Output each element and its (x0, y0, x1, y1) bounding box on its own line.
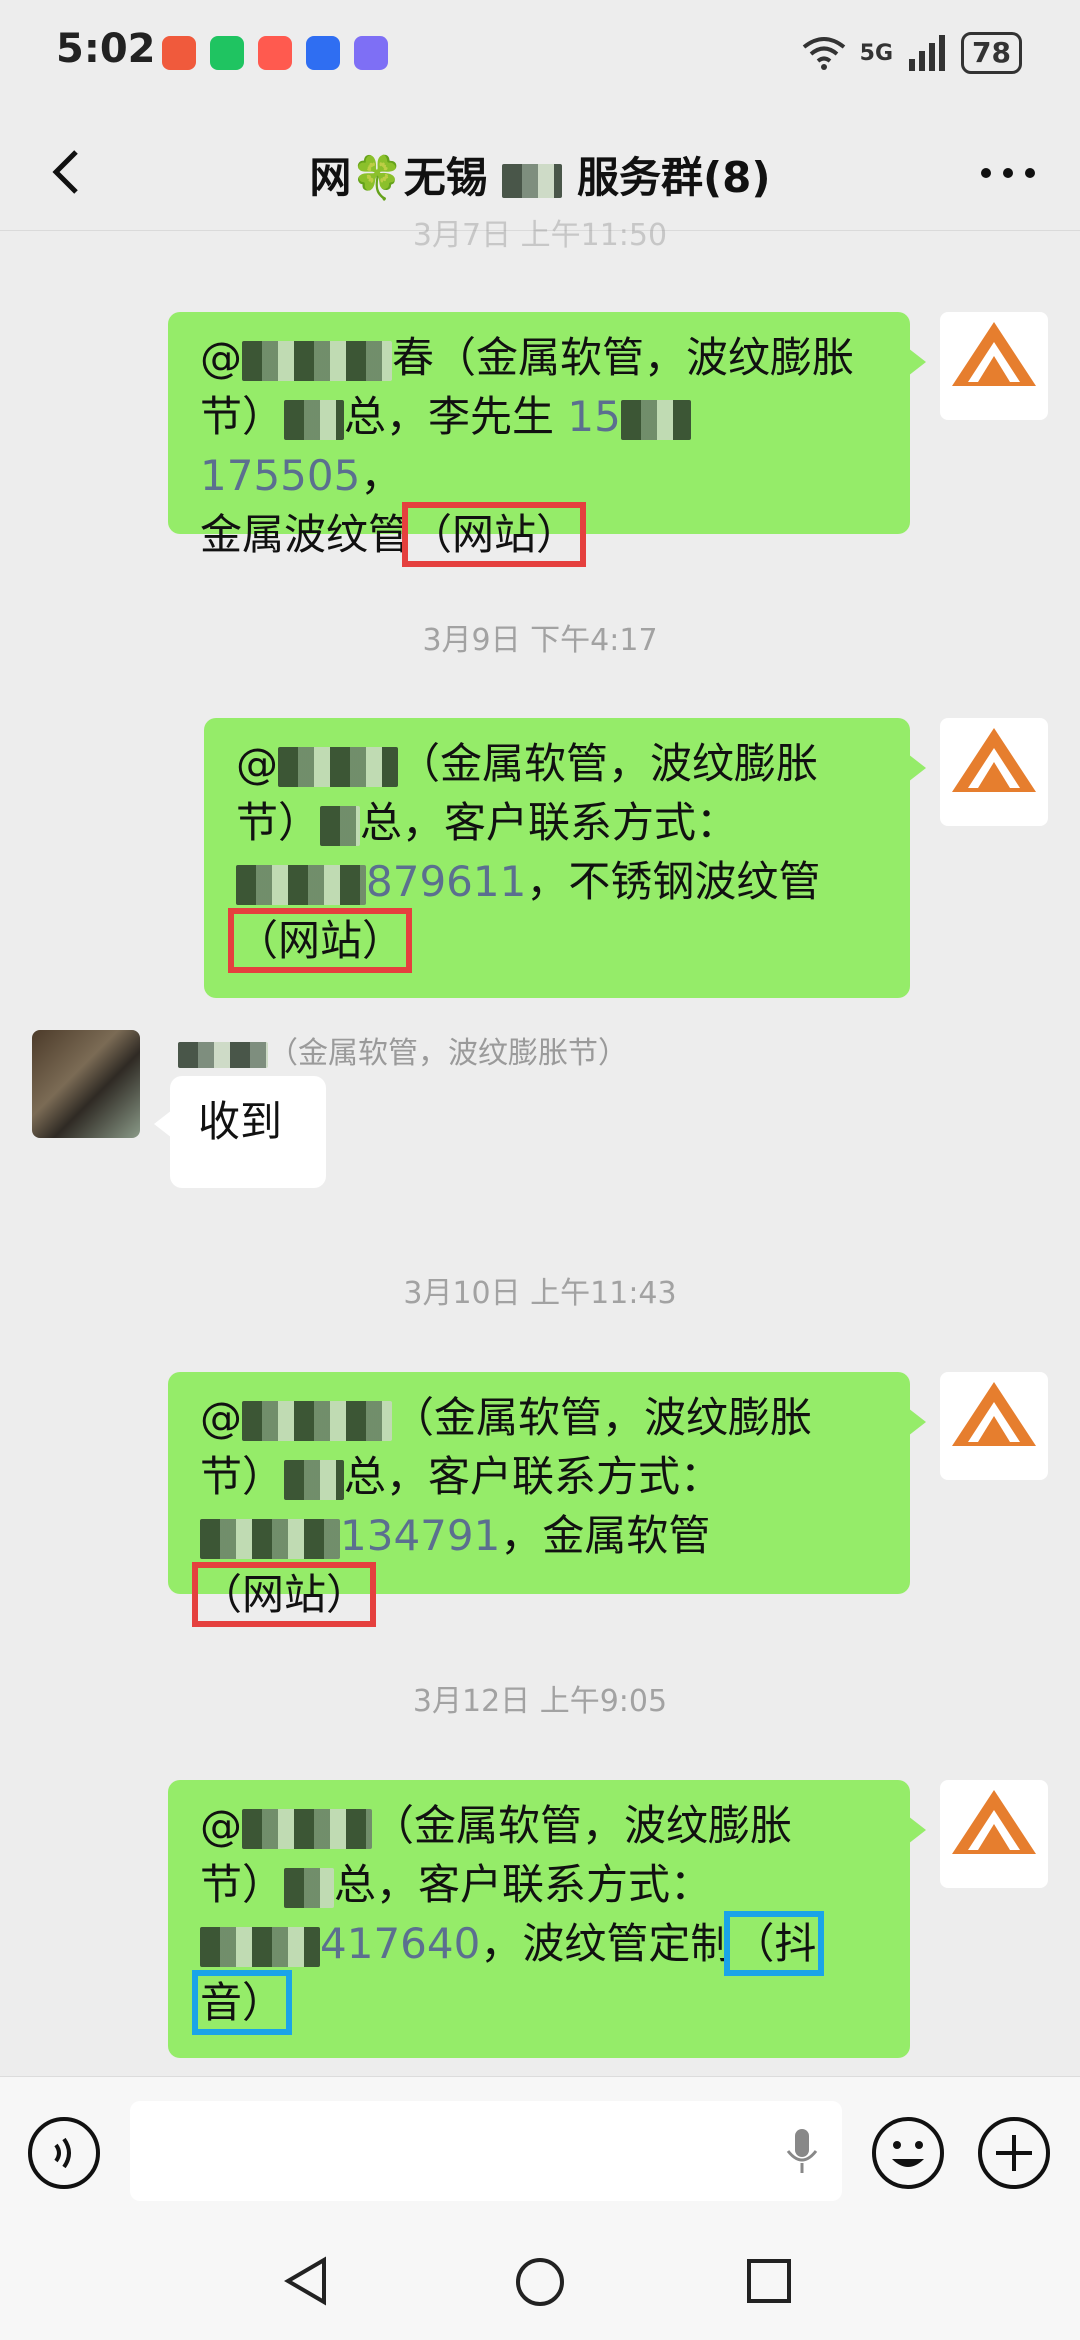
notification-icons (162, 36, 388, 70)
source-tag-douyin: （抖 (724, 1911, 825, 1976)
avatar-logo-icon (952, 1790, 1036, 1854)
wechat-icon (210, 36, 244, 70)
nav-home-icon[interactable] (514, 2256, 566, 2308)
message-text: （金属软管，波纹膨胀 (392, 1393, 813, 1442)
signal-icon (909, 35, 946, 71)
more-icon[interactable] (976, 148, 1040, 198)
redacted-block (242, 340, 392, 381)
message-text: 总，客户联系方式： (344, 1452, 723, 1501)
battery-indicator: 78 (961, 32, 1022, 74)
redacted-block (620, 399, 691, 440)
music-icon (354, 36, 388, 70)
timestamp: 3月9日 下午4:17 (422, 623, 658, 658)
message-text: ， (360, 451, 403, 500)
back-arrow-icon[interactable] (40, 144, 96, 200)
message-text: 节） (236, 798, 321, 847)
sender-name: （金属软管，波纹膨胀节） (178, 1028, 628, 1072)
source-tag-website: （网站） (191, 1562, 377, 1627)
message-text: ，不锈钢波纹管 (526, 857, 821, 906)
source-tag-website: （网站） (402, 502, 587, 567)
chat-title: 网🍀无锡 服务群(8) (150, 144, 930, 205)
voice-toggle-icon[interactable] (26, 2115, 102, 2191)
bulb-icon (306, 36, 340, 70)
company-avatar[interactable] (940, 1372, 1048, 1480)
nav-recents-icon[interactable] (746, 2258, 792, 2304)
redacted-block (200, 1926, 320, 1967)
system-nav-bar (0, 2216, 1080, 2340)
status-right: 5G 78 (802, 32, 1022, 74)
redacted-block (284, 399, 345, 440)
message-text: 金属波纹管 (200, 510, 411, 559)
timestamp: 3月12日 上午9:05 (412, 1684, 668, 1719)
message-text: 节） (200, 1452, 285, 1501)
redacted-block (178, 1041, 268, 1068)
company-avatar[interactable] (940, 718, 1048, 826)
status-bar: 5:02 5G 78 (0, 0, 1080, 110)
microphone-icon[interactable] (784, 2127, 820, 2177)
input-bar (0, 2076, 1080, 2217)
source-tag-website: （网站） (227, 908, 413, 973)
timestamp: 3月10日 上午11:43 (403, 1276, 677, 1311)
avatar-logo-icon (952, 728, 1036, 792)
missed-call-icon (162, 36, 196, 70)
phone-number[interactable]: 417640 (320, 1919, 480, 1968)
message-text: @ (200, 1801, 242, 1850)
emoji-icon[interactable] (870, 2115, 946, 2191)
user-avatar[interactable] (32, 1030, 140, 1138)
message-text: （金属软管，波纹膨胀 (372, 1801, 793, 1850)
message-text: @ (200, 1393, 242, 1442)
message-bubble[interactable]: @ （金属软管，波纹膨胀 节） 总，客户联系方式： 417640，波纹管定制（抖 音… (168, 1780, 926, 2058)
message-text: ，金属软管 (500, 1511, 711, 1560)
message-text: 总，客户联系方式： (334, 1860, 713, 1909)
message-text: 节） (200, 1860, 285, 1909)
redacted-block (284, 1867, 335, 1908)
sender-name-text: （金属软管，波纹膨胀节） (268, 1036, 628, 1071)
company-avatar[interactable] (940, 1780, 1048, 1888)
message-bubble-incoming[interactable]: 收到 (154, 1076, 326, 1188)
message-text: @ (200, 333, 242, 382)
phone-number[interactable]: 134791 (340, 1511, 500, 1560)
nav-back-icon[interactable] (282, 2256, 332, 2306)
message-input[interactable] (130, 2101, 842, 2201)
wifi-icon (802, 37, 845, 70)
phone-number[interactable]: 175505 (200, 451, 360, 500)
message-bubble[interactable]: @ 春（金属软管，波纹膨胀 节） 总，李先生 15 175505， 金属波纹管（网站） (168, 312, 926, 567)
clock: 5:02 (56, 26, 156, 72)
add-icon[interactable] (976, 2115, 1052, 2191)
message-text: 收到 (198, 1097, 283, 1146)
book-icon (258, 36, 292, 70)
avatar-logo-icon (952, 322, 1036, 386)
message-text: 总，客户联系方式： (360, 798, 739, 847)
chat-title-suffix: 服务群(8) (576, 153, 771, 202)
redacted-block (278, 746, 398, 787)
message-text: 总，李先生 (344, 392, 568, 441)
phone-number[interactable]: 879611 (366, 857, 526, 906)
redacted-block (242, 1400, 392, 1441)
message-text: （金属软管，波纹膨胀 (398, 739, 819, 788)
redacted-block (242, 1808, 372, 1849)
message-text: 春（金属软管，波纹膨胀 (392, 333, 855, 382)
company-avatar[interactable] (940, 312, 1048, 420)
message-bubble[interactable]: @ （金属软管，波纹膨胀 节） 总，客户联系方式： 134791，金属软管 （网站） (168, 1372, 926, 1627)
message-text: 节） (200, 392, 285, 441)
redacted-block (200, 1518, 340, 1559)
message-text: ，波纹管定制 (480, 1919, 733, 1968)
redacted-block (284, 1459, 345, 1500)
phone-number[interactable]: 15 (567, 392, 620, 441)
redacted-block (236, 864, 366, 905)
timestamp: 3月7日 上午11:50 (412, 218, 668, 253)
network-label: 5G (859, 40, 894, 66)
redacted-block (502, 163, 563, 198)
redacted-block (320, 805, 361, 846)
avatar-logo-icon (952, 1382, 1036, 1446)
message-bubble[interactable]: @ （金属软管，波纹膨胀 节） 总，客户联系方式： 879611，不锈钢波纹管 （网… (204, 718, 926, 998)
source-tag-douyin: 音） (191, 1970, 293, 2035)
chat-title-name: 网🍀无锡 (309, 153, 488, 202)
message-text: @ (236, 739, 278, 788)
